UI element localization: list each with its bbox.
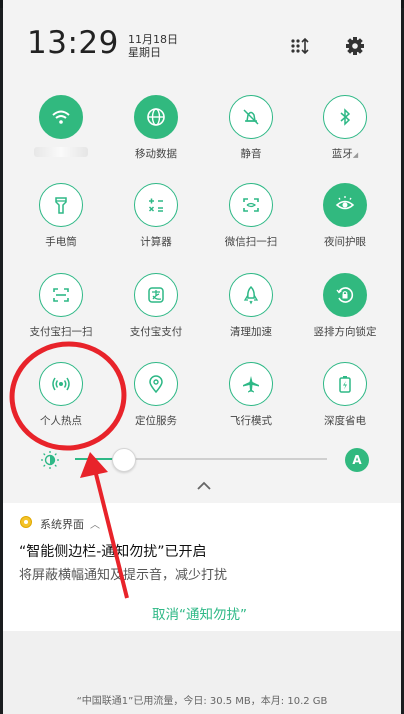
alipay-scan-icon bbox=[53, 288, 69, 302]
tile-alipay-scan-button[interactable] bbox=[39, 273, 83, 317]
edit-grid-icon[interactable] bbox=[289, 35, 311, 57]
tile-label: 个人热点 bbox=[40, 415, 82, 427]
date-block: 11月18日 星期日 bbox=[128, 33, 178, 59]
date-text: 11月18日 bbox=[128, 33, 178, 46]
brightness-icon bbox=[41, 451, 59, 469]
notification-title: “智能侧边栏-通知勿扰”已开启 bbox=[19, 544, 207, 560]
tile-label: 深度省电 bbox=[324, 415, 366, 427]
battery-saver-icon bbox=[339, 376, 351, 393]
tile-airplane-button[interactable] bbox=[229, 362, 273, 406]
clock: 13:29 bbox=[27, 25, 119, 61]
tile-label: 手电筒 bbox=[45, 236, 77, 248]
tile-label: 支付宝扫一扫 bbox=[29, 326, 93, 338]
tile-airplane[interactable]: 飞行模式 bbox=[211, 362, 291, 428]
tile-clean[interactable]: 清理加速 bbox=[211, 273, 291, 339]
globe-icon bbox=[147, 108, 165, 126]
notification-app-name: 系统界面 ︿ bbox=[40, 518, 100, 531]
tile-wifi-label-blurred bbox=[34, 147, 88, 157]
tile-label: 计算器 bbox=[140, 236, 172, 248]
tile-wechat-scan-button[interactable] bbox=[229, 183, 273, 227]
data-usage-text: “中国联通1”已用流量，今日: 30.5 MB，本月: 10.2 GB bbox=[76, 696, 328, 707]
tile-rotation-lock[interactable]: 竖排方向锁定 bbox=[305, 273, 385, 339]
auto-brightness-button[interactable]: A bbox=[345, 448, 369, 472]
tile-bluetooth-button[interactable] bbox=[323, 95, 367, 139]
cancel-dnd-button[interactable]: 取消“通知勿扰” bbox=[152, 603, 247, 623]
tile-alipay-scan[interactable]: 支付宝扫一扫 bbox=[21, 273, 101, 339]
tile-label: 移动数据 bbox=[135, 148, 177, 160]
tile-mobile-data[interactable]: 移动数据 bbox=[116, 95, 196, 161]
airplane-icon bbox=[243, 376, 259, 393]
bluetooth-icon bbox=[340, 108, 351, 126]
notification-body: 将屏蔽横幅通知及提示音，减少打扰 bbox=[19, 568, 228, 583]
alipay-icon bbox=[148, 287, 164, 303]
flashlight-icon bbox=[55, 197, 67, 214]
tile-location-button[interactable] bbox=[134, 362, 178, 406]
tile-location[interactable]: 定位服务 bbox=[116, 362, 196, 428]
tile-wechat-scan[interactable]: 微信扫一扫 bbox=[211, 183, 291, 249]
tile-label: 静音 bbox=[240, 148, 262, 160]
wifi-icon bbox=[52, 110, 70, 124]
tile-clean-button[interactable] bbox=[229, 273, 273, 317]
tile-power-saver[interactable]: 深度省电 bbox=[305, 362, 385, 428]
rotation-lock-icon bbox=[336, 287, 354, 303]
weekday-text: 星期日 bbox=[128, 46, 161, 59]
brightness-thumb[interactable] bbox=[111, 448, 136, 472]
tile-calculator[interactable]: 计算器 bbox=[116, 183, 196, 249]
tile-mobile-data-button[interactable] bbox=[134, 95, 178, 139]
tile-rotation-lock-button[interactable] bbox=[323, 273, 367, 317]
bell-mute-icon bbox=[243, 109, 259, 125]
expand-chevron-icon[interactable]: ︿ bbox=[90, 520, 100, 531]
tile-hotspot-button[interactable] bbox=[39, 362, 83, 406]
rocket-icon bbox=[243, 285, 259, 305]
tile-night-mode-button[interactable] bbox=[323, 183, 367, 227]
tile-label: 定位服务 bbox=[135, 415, 177, 427]
tile-label: 清理加速 bbox=[230, 326, 272, 338]
tile-label: 竖排方向锁定 bbox=[313, 326, 377, 338]
gear-icon[interactable] bbox=[344, 35, 366, 57]
tile-calculator-button[interactable] bbox=[134, 183, 178, 227]
tile-hotspot[interactable]: 个人热点 bbox=[21, 362, 101, 428]
tile-flashlight-button[interactable] bbox=[39, 183, 83, 227]
calculator-icon bbox=[148, 198, 163, 212]
collapse-chevron-icon[interactable] bbox=[195, 480, 213, 492]
tile-alipay-pay-button[interactable] bbox=[134, 273, 178, 317]
tile-label: 夜间护眼 bbox=[324, 236, 366, 248]
tile-night-mode[interactable]: 夜间护眼 bbox=[305, 183, 385, 249]
tile-label: 蓝牙◢ bbox=[331, 148, 359, 160]
location-icon bbox=[149, 375, 163, 394]
scan-icon bbox=[243, 198, 259, 212]
tile-flashlight[interactable]: 手电筒 bbox=[21, 183, 101, 249]
tile-label: 飞行模式 bbox=[230, 415, 272, 427]
tile-bluetooth[interactable]: 蓝牙◢ bbox=[305, 95, 385, 161]
hotspot-icon bbox=[52, 377, 70, 391]
eye-icon bbox=[335, 196, 355, 210]
tile-silent-button[interactable] bbox=[229, 95, 273, 139]
system-ui-app-icon bbox=[20, 516, 32, 528]
tile-wifi-button[interactable] bbox=[39, 95, 83, 139]
tile-wifi[interactable] bbox=[21, 95, 101, 157]
tile-label: 微信扫一扫 bbox=[224, 236, 278, 248]
tile-power-saver-button[interactable] bbox=[323, 362, 367, 406]
tile-label: 支付宝支付 bbox=[129, 326, 183, 338]
tile-alipay-pay[interactable]: 支付宝支付 bbox=[116, 273, 196, 339]
tile-silent[interactable]: 静音 bbox=[211, 95, 291, 161]
